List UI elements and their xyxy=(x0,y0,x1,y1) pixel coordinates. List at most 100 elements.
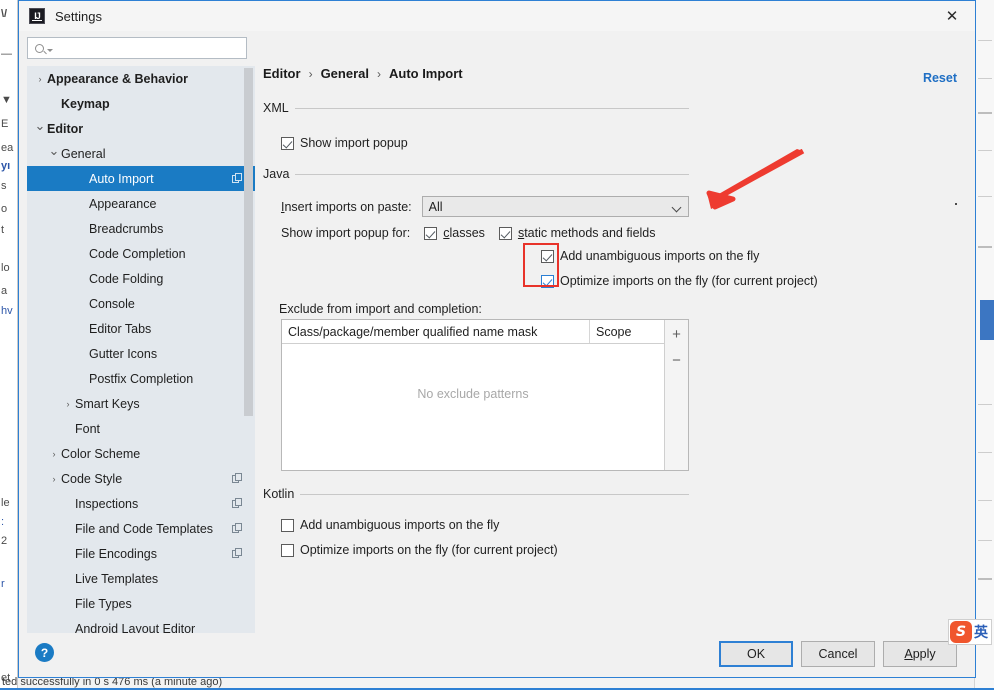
background-text-fragment: lo xyxy=(1,262,10,274)
remove-pattern-button[interactable]: − xyxy=(667,350,687,370)
background-text-fragment: a xyxy=(1,285,8,297)
add-pattern-button[interactable]: + xyxy=(667,324,687,344)
chevron-right-icon[interactable]: › xyxy=(61,399,75,409)
sidebar-item-postfix-completion[interactable]: ›Postfix Completion xyxy=(27,366,255,391)
popup-classes-checkbox[interactable] xyxy=(424,226,438,240)
copy-settings-icon[interactable] xyxy=(232,548,243,559)
exclude-table[interactable]: Class/package/member qualified name mask… xyxy=(281,319,689,471)
insert-imports-dropdown[interactable]: All xyxy=(421,196,689,217)
sidebar-item-breadcrumbs[interactable]: ›Breadcrumbs xyxy=(27,216,255,241)
xml-group-header: XML xyxy=(263,101,689,115)
breadcrumb-item[interactable]: Auto Import xyxy=(389,66,463,81)
sidebar-item-label: Inspections xyxy=(75,496,139,511)
sidebar-item-label: File and Code Templates xyxy=(75,521,214,536)
copy-settings-icon[interactable] xyxy=(232,498,243,509)
chevron-right-icon[interactable]: › xyxy=(33,74,47,84)
sidebar-item-gutter-icons[interactable]: ›Gutter Icons xyxy=(27,341,255,366)
sidebar-item-editor[interactable]: ⌄ Editor xyxy=(27,116,255,141)
column-header-mask[interactable]: Class/package/member qualified name mask xyxy=(282,320,590,343)
sidebar-item-code-folding[interactable]: ›Code Folding xyxy=(27,266,255,291)
background-text-fragment: yı xyxy=(1,160,11,172)
sidebar-item-code-style[interactable]: › Code Style xyxy=(27,466,255,491)
xml-show-import-popup-label: Show import popup xyxy=(300,136,408,150)
copy-settings-icon[interactable] xyxy=(232,173,243,184)
sidebar-item-android-layout-editor[interactable]: ›Android Layout Editor xyxy=(27,616,255,634)
kotlin-optimize-checkbox[interactable] xyxy=(281,543,294,557)
chevron-down-icon xyxy=(671,202,682,213)
apply-button[interactable]: Apply xyxy=(883,641,957,667)
breadcrumb: Editor › General › Auto Import xyxy=(263,66,463,81)
sidebar-item-appearance-behavior[interactable]: › Appearance & Behavior xyxy=(27,66,255,91)
ok-button[interactable]: OK xyxy=(719,641,793,667)
chevron-down-icon[interactable]: ⌄ xyxy=(33,118,47,134)
breadcrumb-item[interactable]: Editor xyxy=(263,66,301,81)
kotlin-add-unambiguous-row[interactable]: Add unambiguous imports on the fly xyxy=(281,515,499,535)
copy-settings-icon[interactable] xyxy=(232,473,243,484)
xml-show-import-popup-row[interactable]: Show import popup xyxy=(281,133,408,153)
sidebar-item-live-templates[interactable]: ›Live Templates xyxy=(27,566,255,591)
chevron-right-icon[interactable]: › xyxy=(47,449,61,459)
background-text-fragment: o xyxy=(1,203,8,215)
sidebar-item-general[interactable]: ⌄ General xyxy=(27,141,255,166)
sidebar-item-file-and-code-templates[interactable]: ›File and Code Templates xyxy=(27,516,255,541)
background-text-fragment: hv xyxy=(1,305,13,317)
help-icon[interactable]: ? xyxy=(35,643,54,662)
sidebar-item-file-types[interactable]: ›File Types xyxy=(27,591,255,616)
ide-left-edge-strip: \/— ▼ Eea yı s o t lo a hv le:2 r et xyxy=(0,0,18,690)
popup-static-row[interactable]: static methods and fields xyxy=(498,223,656,243)
sogou-ime-indicator[interactable]: S 英 xyxy=(948,619,992,645)
cancel-button[interactable]: Cancel xyxy=(801,641,875,667)
kotlin-add-unambiguous-checkbox[interactable] xyxy=(281,518,294,532)
chevron-down-icon[interactable] xyxy=(47,49,53,52)
show-import-popup-for-row: Show import popup for: classes static me… xyxy=(281,223,656,243)
close-icon[interactable]: ✕ xyxy=(929,1,975,31)
sidebar-item-file-encodings[interactable]: ›File Encodings xyxy=(27,541,255,566)
java-add-unambiguous-row[interactable]: Add unambiguous imports on the fly xyxy=(541,246,759,266)
popup-static-checkbox[interactable] xyxy=(498,226,512,240)
column-header-scope[interactable]: Scope xyxy=(590,320,664,343)
background-text-fragment: \/ xyxy=(1,8,8,20)
search-input[interactable] xyxy=(57,40,242,56)
sidebar-item-label: Auto Import xyxy=(89,171,154,186)
xml-group-title: XML xyxy=(263,101,289,115)
sidebar-item-color-scheme[interactable]: › Color Scheme xyxy=(27,441,255,466)
divider xyxy=(294,107,689,109)
exclude-table-main: Class/package/member qualified name mask… xyxy=(282,320,664,470)
kotlin-optimize-row[interactable]: Optimize imports on the fly (for current… xyxy=(281,540,558,560)
sidebar-item-keymap[interactable]: ›Keymap xyxy=(27,91,255,116)
reset-link[interactable]: Reset xyxy=(923,71,957,85)
sidebar-item-inspections[interactable]: ›Inspections xyxy=(27,491,255,516)
red-arrow-annotation xyxy=(706,149,805,210)
xml-group: XML xyxy=(263,101,689,115)
copy-settings-icon[interactable] xyxy=(232,523,243,534)
background-text-fragment: r xyxy=(1,578,5,590)
sidebar-item-code-completion[interactable]: ›Code Completion xyxy=(27,241,255,266)
ide-right-edge-strip xyxy=(974,0,994,690)
sidebar-item-smart-keys[interactable]: › Smart Keys xyxy=(27,391,255,416)
sidebar-item-label: File Types xyxy=(75,596,132,611)
settings-dialog: IJ Settings ✕ ›Appearance & Behavior›Key… xyxy=(18,0,976,678)
sidebar-item-auto-import[interactable]: ›Auto Import xyxy=(27,166,255,191)
java-add-unambiguous-label: Add unambiguous imports on the fly xyxy=(560,249,760,263)
chevron-right-icon[interactable]: › xyxy=(47,474,61,484)
popup-classes-row[interactable]: classes xyxy=(424,223,485,243)
search-box[interactable] xyxy=(27,37,247,59)
java-optimize-row[interactable]: Optimize imports on the fly (for current… xyxy=(541,271,818,291)
sidebar-item-label: Editor Tabs xyxy=(89,321,152,336)
breadcrumb-item[interactable]: General xyxy=(321,66,369,81)
java-group-title: Java xyxy=(263,167,290,181)
popup-classes-label: classes xyxy=(443,226,485,240)
sidebar-item-font[interactable]: ›Font xyxy=(27,416,255,441)
sidebar-item-appearance[interactable]: ›Appearance xyxy=(27,191,255,216)
settings-tree[interactable]: ›Appearance & Behavior›Keymap⌄Editor⌄Gen… xyxy=(27,66,255,633)
sidebar-item-label: Breadcrumbs xyxy=(89,221,164,236)
background-text-fragment: — xyxy=(1,48,12,60)
sidebar-item-console[interactable]: ›Console xyxy=(27,291,255,316)
chevron-down-icon[interactable]: ⌄ xyxy=(47,143,61,159)
dialog-titlebar: IJ Settings ✕ xyxy=(19,1,975,31)
sidebar-item-editor-tabs[interactable]: ›Editor Tabs xyxy=(27,316,255,341)
sidebar-item-label: Android Layout Editor xyxy=(75,621,196,634)
sidebar-scrollbar[interactable] xyxy=(244,68,253,416)
ime-mode-label: 英 xyxy=(974,625,988,641)
xml-show-import-popup-checkbox[interactable] xyxy=(281,136,294,150)
